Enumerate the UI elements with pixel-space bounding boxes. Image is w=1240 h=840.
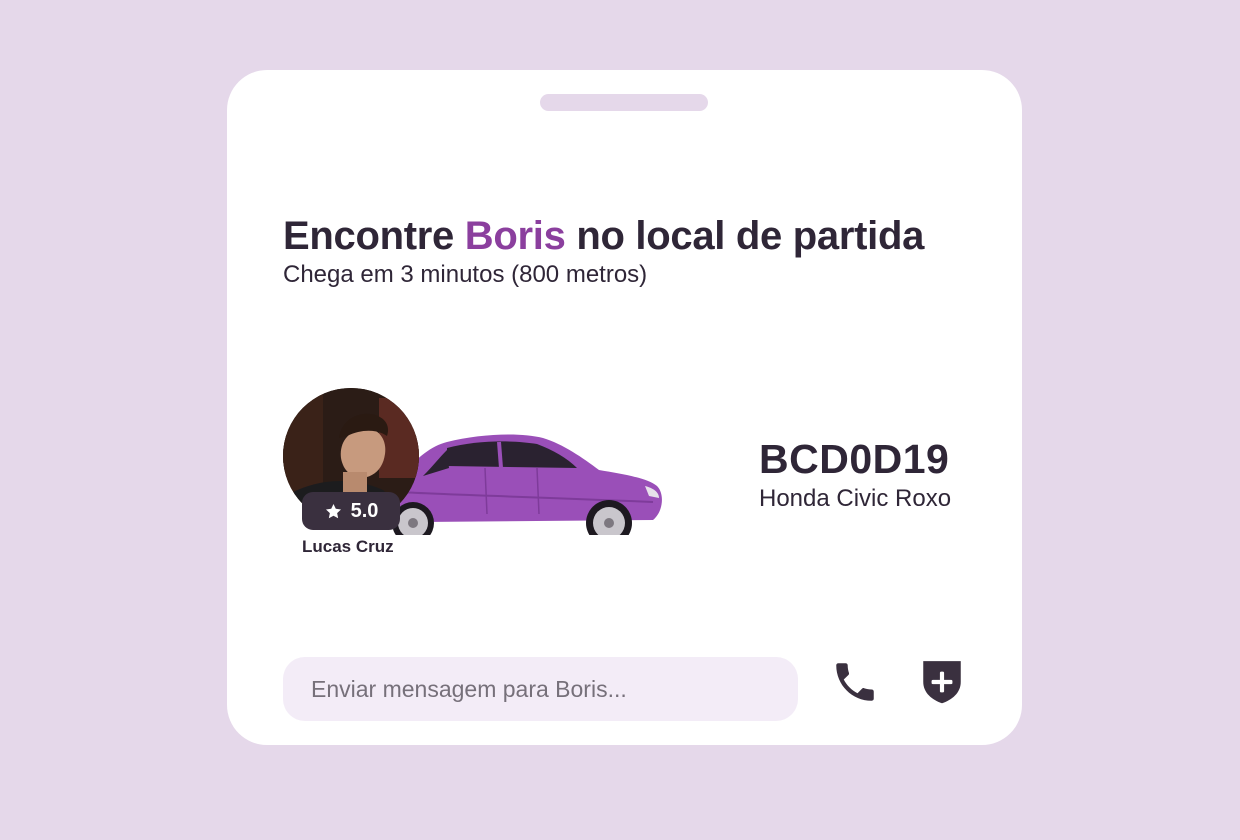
car-model: Honda Civic Roxo — [759, 485, 952, 512]
arrival-subtitle: Chega em 3 minutos (800 metros) — [283, 261, 648, 288]
ride-card: Encontre Boris no local de partida Chega… — [227, 70, 1022, 745]
driver-name: Lucas Cruz — [302, 537, 394, 556]
safety-button[interactable] — [915, 655, 969, 709]
drag-handle[interactable] — [540, 94, 708, 111]
rating-badge: 5.0 — [302, 492, 400, 530]
call-button[interactable] — [828, 655, 882, 709]
driver-first-name: Boris — [464, 214, 566, 258]
star-icon — [325, 503, 341, 518]
message-input[interactable] — [283, 657, 798, 721]
license-plate: BCD0D19 — [759, 436, 950, 482]
title-prefix: Encontre — [283, 214, 465, 258]
page-title: Encontre Boris no local de partida — [283, 212, 924, 260]
shield-plus-icon — [923, 661, 961, 704]
phone-icon — [836, 663, 874, 701]
rating-value: 5.0 — [350, 499, 379, 522]
car-image — [392, 434, 662, 535]
title-suffix: no local de partida — [565, 214, 925, 258]
